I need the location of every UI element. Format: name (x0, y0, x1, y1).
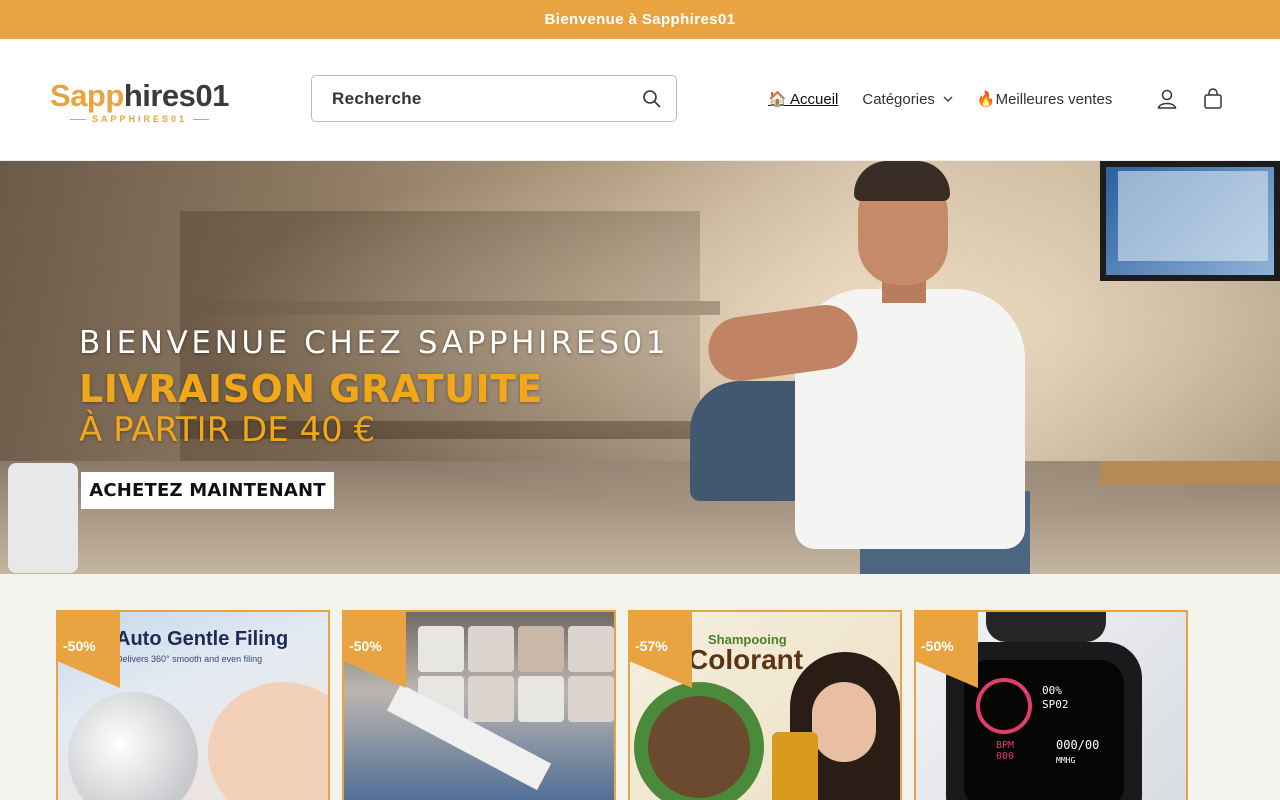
hero-welcome: BIENVENUE CHEZ SAPPHIRES01 (79, 325, 670, 361)
product-card[interactable]: -50% (342, 610, 616, 800)
logo[interactable]: Sapphires01 SAPPHIRES01 (50, 79, 245, 129)
heater-image (8, 463, 78, 573)
nav-home[interactable]: 🏠 Accueil (768, 90, 838, 108)
hero-threshold: À PARTIR DE 40 € (79, 410, 376, 450)
hero-text: BIENVENUE CHEZ SAPPHIRES01 LIVRAISON GRA… (79, 325, 669, 450)
hero-person-image (690, 161, 1110, 574)
hero-banner: BIENVENUE CHEZ SAPPHIRES01 LIVRAISON GRA… (0, 161, 1280, 574)
nav-best-sellers[interactable]: 🔥Meilleures ventes (977, 90, 1112, 108)
product-card[interactable]: Shampooing Colorant -57% (628, 610, 902, 800)
product-card[interactable]: 00% SP02 BPM 000 000/00 MMHG -50% (914, 610, 1188, 800)
site-header: Sapphires01 SAPPHIRES01 🏠 Accueil Catégo… (0, 39, 1280, 161)
logo-subtitle: SAPPHIRES01 (70, 114, 245, 124)
product-grid: Auto Gentle Filing Delivers 360° smooth … (0, 574, 1280, 800)
announcement-text: Bienvenue à Sapphires01 (544, 11, 736, 28)
shop-now-button[interactable]: ACHETEZ MAINTENANT (81, 472, 334, 509)
cart-icon[interactable] (1201, 87, 1225, 111)
search-icon[interactable] (642, 89, 662, 109)
nav-categories[interactable]: Catégories (862, 91, 953, 108)
main-nav: 🏠 Accueil Catégories 🔥Meilleures ventes (768, 90, 1136, 109)
search-input[interactable] (332, 88, 642, 109)
announcement-bar: Bienvenue à Sapphires01 (0, 0, 1280, 39)
logo-wordmark: Sapphires01 (50, 78, 229, 113)
hero-free-shipping: LIVRAISON GRATUITE (79, 367, 543, 411)
product-card[interactable]: Auto Gentle Filing Delivers 360° smooth … (56, 610, 330, 800)
chevron-down-icon (943, 96, 953, 102)
search-box[interactable] (311, 75, 677, 122)
account-icon[interactable] (1155, 87, 1179, 111)
header-icons (1155, 87, 1225, 111)
